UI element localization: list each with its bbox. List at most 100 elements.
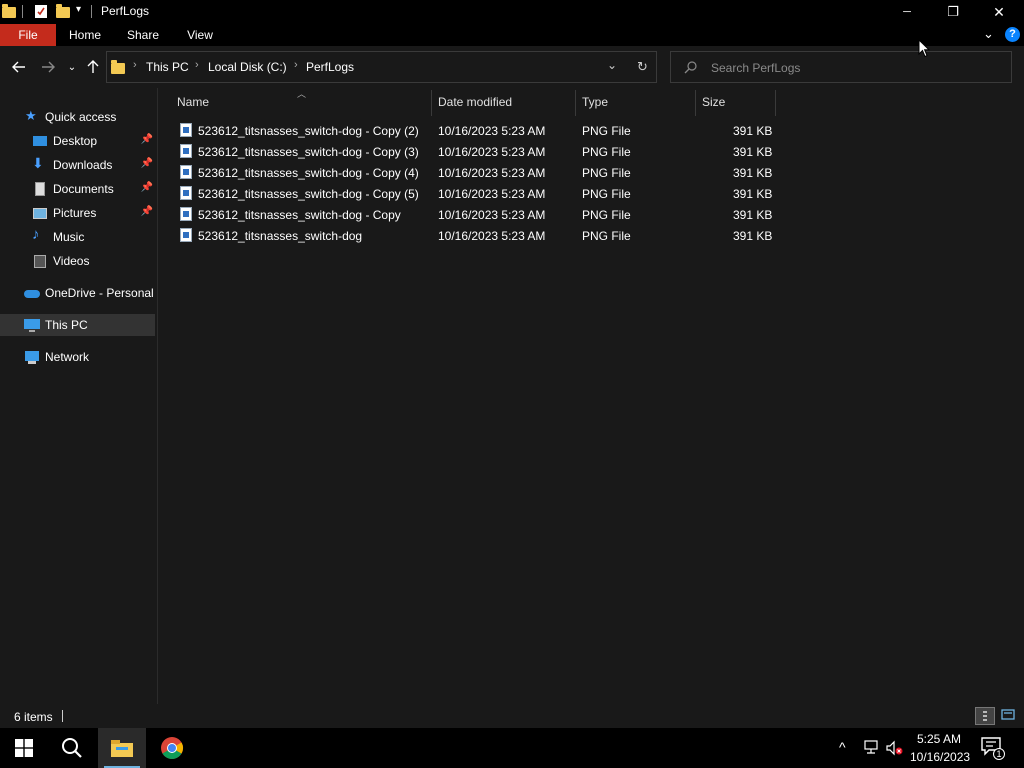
customize-quick-access-icon[interactable]: ▾: [76, 4, 81, 15]
file-explorer-taskbar-button[interactable]: [98, 728, 146, 768]
search-icon: [684, 61, 697, 74]
sidebar-item-label: This PC: [45, 318, 88, 332]
tab-file[interactable]: File: [0, 24, 56, 46]
minimize-button[interactable]: ─: [884, 0, 930, 24]
network-status-icon[interactable]: [862, 740, 880, 756]
sidebar-item-desktop[interactable]: Desktop 📌: [0, 130, 155, 152]
png-file-icon: [180, 144, 192, 158]
start-button[interactable]: [0, 728, 48, 768]
tab-share[interactable]: Share: [120, 24, 166, 46]
pin-icon[interactable]: 📌: [141, 158, 153, 169]
file-type: PNG File: [582, 229, 631, 243]
navigation-pane: ★ Quick access Desktop 📌 ⬇ Downloads 📌 D…: [0, 88, 158, 704]
column-divider[interactable]: [695, 90, 696, 116]
sidebar-item-videos[interactable]: Videos: [0, 250, 155, 272]
file-row[interactable]: 523612_titsnasses_switch-dog - Copy (3) …: [176, 141, 776, 162]
star-icon: ★: [25, 108, 37, 123]
close-button[interactable]: ✕: [976, 0, 1022, 24]
sidebar-item-label: OneDrive - Personal: [45, 286, 154, 300]
search-box[interactable]: Search PerfLogs: [670, 51, 1012, 83]
tab-view[interactable]: View: [178, 24, 222, 46]
file-name: 523612_titsnasses_switch-dog - Copy (5): [198, 187, 419, 201]
chevron-down-icon: ⌄: [67, 61, 77, 73]
file-row[interactable]: 523612_titsnasses_switch-dog 10/16/2023 …: [176, 225, 776, 246]
column-header-name[interactable]: Name: [177, 95, 209, 109]
pin-icon[interactable]: 📌: [141, 182, 153, 193]
pin-icon[interactable]: 📌: [141, 206, 153, 217]
music-icon: ♪: [32, 226, 40, 243]
sidebar-item-label: Music: [53, 230, 85, 244]
sidebar-item-downloads[interactable]: ⬇ Downloads 📌: [0, 154, 155, 176]
sidebar-item-documents[interactable]: Documents 📌: [0, 178, 155, 200]
recent-locations-button[interactable]: ⌄: [62, 57, 82, 77]
sidebar-item-onedrive[interactable]: OneDrive - Personal: [0, 282, 155, 304]
file-row[interactable]: 523612_titsnasses_switch-dog - Copy (5) …: [176, 183, 776, 204]
sidebar-item-label: Desktop: [53, 134, 98, 148]
sidebar-item-label: Videos: [53, 254, 90, 268]
close-icon: ✕: [993, 3, 1005, 20]
column-header-size[interactable]: Size: [702, 95, 725, 109]
file-type: PNG File: [582, 124, 631, 138]
address-dropdown-icon[interactable]: ⌄: [607, 58, 617, 72]
chrome-taskbar-button[interactable]: [148, 728, 196, 768]
file-date: 10/16/2023 5:23 AM: [438, 208, 546, 222]
forward-button[interactable]: [38, 57, 58, 77]
folder-icon: [111, 60, 125, 74]
file-name: 523612_titsnasses_switch-dog - Copy: [198, 208, 401, 222]
address-bar[interactable]: › This PC › Local Disk (C:) › PerfLogs ⌄…: [106, 51, 657, 83]
file-type: PNG File: [582, 187, 631, 201]
sidebar-item-pictures[interactable]: Pictures 📌: [0, 202, 155, 224]
sidebar-item-label: Downloads: [53, 158, 113, 172]
column-header-type[interactable]: Type: [582, 95, 608, 109]
notification-center-button[interactable]: 1: [980, 736, 1006, 760]
breadcrumb-perflogs[interactable]: PerfLogs: [306, 60, 354, 74]
column-divider[interactable]: [431, 90, 432, 116]
back-arrow-icon: [12, 61, 25, 73]
png-file-icon: [180, 165, 192, 179]
column-divider[interactable]: [775, 90, 776, 116]
file-row[interactable]: 523612_titsnasses_switch-dog - Copy (4) …: [176, 162, 776, 183]
clock-time[interactable]: 5:25 AM: [917, 732, 961, 746]
volume-muted-icon[interactable]: [886, 740, 904, 756]
cloud-icon: [24, 285, 40, 301]
column-divider[interactable]: [575, 90, 576, 116]
help-icon[interactable]: ?: [1005, 27, 1020, 42]
sidebar-item-network[interactable]: Network: [0, 346, 155, 368]
forward-arrow-icon: [42, 61, 55, 73]
tab-home[interactable]: Home: [60, 24, 110, 46]
sidebar-item-music[interactable]: ♪ Music: [0, 226, 155, 248]
properties-icon[interactable]: [34, 3, 48, 19]
sidebar-item-this-pc[interactable]: This PC: [0, 314, 155, 336]
png-file-icon: [180, 228, 192, 242]
chevron-right-icon: ›: [195, 59, 199, 71]
taskbar: ^ 5:25 AM 10/16/2023 1: [0, 728, 1024, 768]
restore-button[interactable]: ❐: [930, 0, 976, 24]
file-explorer-icon: [111, 740, 133, 757]
folder-icon: [2, 3, 16, 19]
status-bar: 6 items: [0, 704, 1024, 728]
search-button[interactable]: [48, 728, 96, 768]
details-view-button[interactable]: [975, 707, 995, 725]
pin-icon[interactable]: 📌: [141, 134, 153, 145]
new-folder-icon[interactable]: [56, 3, 70, 19]
file-size: 391 KB: [733, 166, 773, 180]
up-button[interactable]: [83, 57, 103, 77]
large-icons-view-button[interactable]: [998, 707, 1020, 725]
column-header-date-modified[interactable]: Date modified: [438, 95, 512, 109]
clock-date[interactable]: 10/16/2023: [910, 750, 970, 764]
show-hidden-icons-icon[interactable]: ^: [839, 739, 846, 755]
breadcrumb-local-disk[interactable]: Local Disk (C:): [208, 60, 287, 74]
file-name: 523612_titsnasses_switch-dog - Copy (2): [198, 124, 419, 138]
sidebar-item-quick-access[interactable]: ★ Quick access: [0, 106, 155, 128]
file-size: 391 KB: [733, 145, 773, 159]
back-button[interactable]: [9, 57, 29, 77]
file-row[interactable]: 523612_titsnasses_switch-dog - Copy 10/1…: [176, 204, 776, 225]
expand-ribbon-icon[interactable]: ⌄: [983, 26, 994, 42]
file-row[interactable]: 523612_titsnasses_switch-dog - Copy (2) …: [176, 120, 776, 141]
refresh-icon[interactable]: ↻: [637, 59, 648, 75]
title-bar: ▾ PerfLogs ─ ❐ ✕: [0, 0, 1024, 24]
breadcrumb-this-pc[interactable]: This PC: [146, 60, 189, 74]
download-icon: ⬇: [32, 155, 44, 171]
file-date: 10/16/2023 5:23 AM: [438, 229, 546, 243]
sidebar-item-label: Documents: [53, 182, 114, 196]
